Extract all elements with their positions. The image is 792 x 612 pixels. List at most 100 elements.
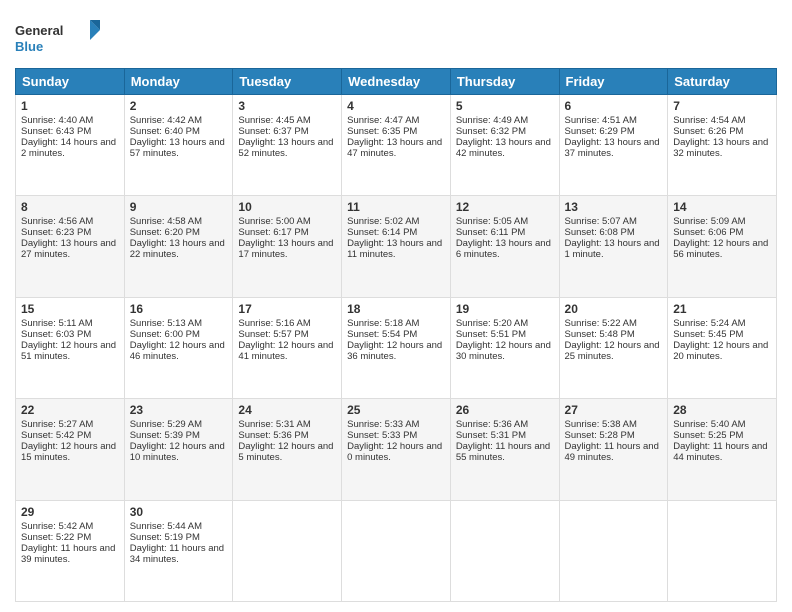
sunset-text: Sunset: 6:03 PM bbox=[21, 329, 91, 340]
day-cell: 26 Sunrise: 5:36 AMSunset: 5:31 PMDayligh… bbox=[450, 399, 559, 500]
daylight-text: Daylight: 12 hours and 46 minutes. bbox=[130, 340, 225, 362]
sunset-text: Sunset: 6:14 PM bbox=[347, 227, 417, 238]
sunrise-text: Sunrise: 5:31 AM bbox=[238, 419, 310, 430]
day-cell: 11 Sunrise: 5:02 AMSunset: 6:14 PMDayligh… bbox=[342, 196, 451, 297]
daylight-text: Daylight: 13 hours and 22 minutes. bbox=[130, 238, 225, 260]
day-cell: 16Sunrise: 5:13 AMSunset: 6:00 PMDayligh… bbox=[124, 297, 233, 398]
sunset-text: Sunset: 6:23 PM bbox=[21, 227, 91, 238]
daylight-text: Daylight: 13 hours and 17 minutes. bbox=[238, 238, 333, 260]
col-header-tuesday: Tuesday bbox=[233, 69, 342, 95]
daylight-text: Daylight: 11 hours and 44 minutes. bbox=[673, 441, 767, 463]
week-row-5: 29Sunrise: 5:42 AMSunset: 5:22 PMDayligh… bbox=[16, 500, 777, 601]
day-number: 11 bbox=[347, 200, 445, 214]
sunset-text: Sunset: 6:08 PM bbox=[565, 227, 635, 238]
day-cell: 7Sunrise: 4:54 AMSunset: 6:26 PMDaylight… bbox=[668, 95, 777, 196]
sunrise-text: Sunrise: 5:02 AM bbox=[347, 216, 419, 227]
daylight-text: Daylight: 12 hours and 0 minutes. bbox=[347, 441, 442, 463]
daylight-text: Daylight: 13 hours and 6 minutes. bbox=[456, 238, 551, 260]
sunset-text: Sunset: 6:26 PM bbox=[673, 126, 743, 137]
daylight-text: Daylight: 13 hours and 42 minutes. bbox=[456, 137, 551, 159]
daylight-text: Daylight: 13 hours and 11 minutes. bbox=[347, 238, 442, 260]
sunrise-text: Sunrise: 4:49 AM bbox=[456, 115, 528, 126]
daylight-text: Daylight: 13 hours and 32 minutes. bbox=[673, 137, 768, 159]
day-number: 15 bbox=[21, 302, 119, 316]
sunrise-text: Sunrise: 5:00 AM bbox=[238, 216, 310, 227]
day-cell: 5Sunrise: 4:49 AMSunset: 6:32 PMDaylight… bbox=[450, 95, 559, 196]
sunset-text: Sunset: 5:19 PM bbox=[130, 532, 200, 543]
col-header-sunday: Sunday bbox=[16, 69, 125, 95]
day-number: 5 bbox=[456, 99, 554, 113]
sunset-text: Sunset: 6:17 PM bbox=[238, 227, 308, 238]
day-cell: 20Sunrise: 5:22 AMSunset: 5:48 PMDayligh… bbox=[559, 297, 668, 398]
sunset-text: Sunset: 6:00 PM bbox=[130, 329, 200, 340]
day-cell: 17Sunrise: 5:16 AMSunset: 5:57 PMDayligh… bbox=[233, 297, 342, 398]
sunset-text: Sunset: 6:20 PM bbox=[130, 227, 200, 238]
sunrise-text: Sunrise: 4:47 AM bbox=[347, 115, 419, 126]
day-number: 8 bbox=[21, 200, 119, 214]
day-number: 17 bbox=[238, 302, 336, 316]
sunset-text: Sunset: 6:40 PM bbox=[130, 126, 200, 137]
day-number: 10 bbox=[238, 200, 336, 214]
sunset-text: Sunset: 5:31 PM bbox=[456, 430, 526, 441]
day-cell: 14Sunrise: 5:09 AMSunset: 6:06 PMDayligh… bbox=[668, 196, 777, 297]
sunset-text: Sunset: 5:28 PM bbox=[565, 430, 635, 441]
day-cell: 4Sunrise: 4:47 AMSunset: 6:35 PMDaylight… bbox=[342, 95, 451, 196]
day-cell bbox=[450, 500, 559, 601]
day-number: 18 bbox=[347, 302, 445, 316]
sunset-text: Sunset: 6:37 PM bbox=[238, 126, 308, 137]
day-cell: 6Sunrise: 4:51 AMSunset: 6:29 PMDaylight… bbox=[559, 95, 668, 196]
sunrise-text: Sunrise: 5:24 AM bbox=[673, 318, 745, 329]
sunset-text: Sunset: 5:39 PM bbox=[130, 430, 200, 441]
daylight-text: Daylight: 12 hours and 25 minutes. bbox=[565, 340, 660, 362]
sunset-text: Sunset: 6:43 PM bbox=[21, 126, 91, 137]
sunset-text: Sunset: 5:33 PM bbox=[347, 430, 417, 441]
sunrise-text: Sunrise: 5:29 AM bbox=[130, 419, 202, 430]
day-cell: 21Sunrise: 5:24 AMSunset: 5:45 PMDayligh… bbox=[668, 297, 777, 398]
sunrise-text: Sunrise: 5:20 AM bbox=[456, 318, 528, 329]
day-cell: 10 Sunrise: 5:00 AMSunset: 6:17 PMDayligh… bbox=[233, 196, 342, 297]
day-cell: 22Sunrise: 5:27 AMSunset: 5:42 PMDayligh… bbox=[16, 399, 125, 500]
day-number: 3 bbox=[238, 99, 336, 113]
daylight-text: Daylight: 11 hours and 55 minutes. bbox=[456, 441, 550, 463]
sunset-text: Sunset: 5:25 PM bbox=[673, 430, 743, 441]
sunrise-text: Sunrise: 5:40 AM bbox=[673, 419, 745, 430]
day-number: 26 bbox=[456, 403, 554, 417]
week-row-4: 22Sunrise: 5:27 AMSunset: 5:42 PMDayligh… bbox=[16, 399, 777, 500]
day-number: 1 bbox=[21, 99, 119, 113]
daylight-text: Daylight: 12 hours and 5 minutes. bbox=[238, 441, 333, 463]
daylight-text: Daylight: 12 hours and 15 minutes. bbox=[21, 441, 116, 463]
sunrise-text: Sunrise: 5:18 AM bbox=[347, 318, 419, 329]
sunset-text: Sunset: 6:29 PM bbox=[565, 126, 635, 137]
sunset-text: Sunset: 5:45 PM bbox=[673, 329, 743, 340]
sunrise-text: Sunrise: 5:36 AM bbox=[456, 419, 528, 430]
svg-text:General: General bbox=[15, 23, 63, 38]
sunrise-text: Sunrise: 5:09 AM bbox=[673, 216, 745, 227]
daylight-text: Daylight: 13 hours and 47 minutes. bbox=[347, 137, 442, 159]
day-number: 2 bbox=[130, 99, 228, 113]
col-header-monday: Monday bbox=[124, 69, 233, 95]
daylight-text: Daylight: 13 hours and 1 minute. bbox=[565, 238, 660, 260]
day-cell bbox=[342, 500, 451, 601]
day-cell: 24Sunrise: 5:31 AMSunset: 5:36 PMDayligh… bbox=[233, 399, 342, 500]
day-cell: 19Sunrise: 5:20 AMSunset: 5:51 PMDayligh… bbox=[450, 297, 559, 398]
sunrise-text: Sunrise: 5:05 AM bbox=[456, 216, 528, 227]
daylight-text: Daylight: 13 hours and 52 minutes. bbox=[238, 137, 333, 159]
sunset-text: Sunset: 5:54 PM bbox=[347, 329, 417, 340]
day-cell bbox=[233, 500, 342, 601]
calendar-table: SundayMondayTuesdayWednesdayThursdayFrid… bbox=[15, 68, 777, 602]
day-cell: 13Sunrise: 5:07 AMSunset: 6:08 PMDayligh… bbox=[559, 196, 668, 297]
day-cell: 1Sunrise: 4:40 AMSunset: 6:43 PMDaylight… bbox=[16, 95, 125, 196]
day-number: 30 bbox=[130, 505, 228, 519]
sunrise-text: Sunrise: 5:22 AM bbox=[565, 318, 637, 329]
sunrise-text: Sunrise: 5:27 AM bbox=[21, 419, 93, 430]
sunrise-text: Sunrise: 5:13 AM bbox=[130, 318, 202, 329]
sunrise-text: Sunrise: 4:40 AM bbox=[21, 115, 93, 126]
svg-text:Blue: Blue bbox=[15, 39, 43, 54]
sunset-text: Sunset: 5:57 PM bbox=[238, 329, 308, 340]
sunrise-text: Sunrise: 5:42 AM bbox=[21, 521, 93, 532]
sunset-text: Sunset: 5:48 PM bbox=[565, 329, 635, 340]
day-cell: 25Sunrise: 5:33 AMSunset: 5:33 PMDayligh… bbox=[342, 399, 451, 500]
sunrise-text: Sunrise: 5:44 AM bbox=[130, 521, 202, 532]
day-cell bbox=[668, 500, 777, 601]
day-cell: 9Sunrise: 4:58 AMSunset: 6:20 PMDaylight… bbox=[124, 196, 233, 297]
